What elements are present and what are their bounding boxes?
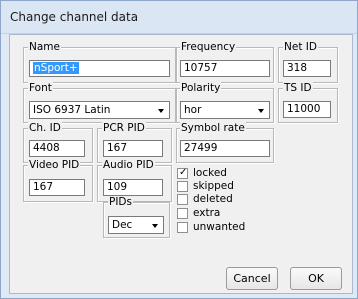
chevron-down-icon[interactable] (254, 103, 268, 117)
net-id-label: Net ID (283, 41, 318, 53)
title-bar: Change channel data (1, 1, 357, 34)
cancel-button[interactable]: Cancel (226, 267, 278, 290)
frequency-field[interactable]: 10757 (180, 60, 270, 77)
extra-label: extra (193, 207, 221, 219)
chevron-down-icon[interactable] (154, 103, 168, 117)
frequency-label: Frequency (180, 41, 237, 53)
net-id-field[interactable]: 318 (283, 60, 331, 77)
dialog-window: Change channel data Name nSport+ Frequen… (0, 0, 358, 299)
checkbox-box[interactable]: ✓ (177, 167, 188, 179)
ok-button[interactable]: OK (290, 267, 342, 290)
audio-pid-field[interactable]: 109 (103, 179, 163, 196)
audio-pid-label: Audio PID (102, 159, 155, 171)
symbol-rate-field[interactable]: 27499 (180, 140, 270, 157)
ts-id-label: TS ID (283, 82, 313, 94)
video-pid-label: Video PID (28, 159, 81, 171)
name-label: Name (28, 41, 61, 53)
checkbox-box[interactable] (177, 208, 188, 219)
polarity-dropdown[interactable]: hor (180, 101, 270, 119)
polarity-label: Polarity (180, 82, 222, 94)
skipped-label: skipped (193, 180, 234, 192)
symbol-rate-label: Symbol rate (180, 122, 246, 134)
pids-dropdown[interactable]: Dec (108, 216, 164, 234)
checkbox-box[interactable] (177, 222, 188, 233)
dialog-client-area: Name nSport+ Frequency 10757 Net ID 318 … (9, 34, 353, 294)
pids-label: PIDs (108, 196, 133, 208)
video-pid-field[interactable]: 167 (29, 179, 85, 196)
font-dropdown[interactable]: ISO 6937 Latin (29, 101, 170, 119)
name-value: nSport+ (33, 62, 79, 74)
font-selected: ISO 6937 Latin (33, 104, 111, 116)
checkmark-icon: ✓ (179, 167, 188, 178)
font-label: Font (28, 82, 53, 94)
pids-selected: Dec (112, 219, 133, 231)
unwanted-label: unwanted (193, 221, 246, 233)
deleted-label: deleted (193, 193, 233, 205)
ts-id-field[interactable]: 11000 (283, 101, 331, 118)
ch-id-label: Ch. ID (28, 122, 62, 134)
checkbox-box[interactable] (177, 194, 188, 205)
pcr-pid-field[interactable]: 167 (103, 140, 163, 157)
window-title: Change channel data (10, 10, 139, 24)
polarity-selected: hor (184, 104, 202, 116)
pcr-pid-label: PCR PID (102, 122, 146, 134)
locked-label: locked (193, 167, 227, 179)
name-field[interactable]: nSport+ (29, 60, 170, 77)
checkbox-box[interactable] (177, 181, 188, 192)
ch-id-field[interactable]: 4408 (29, 140, 85, 157)
chevron-down-icon[interactable] (148, 218, 162, 232)
